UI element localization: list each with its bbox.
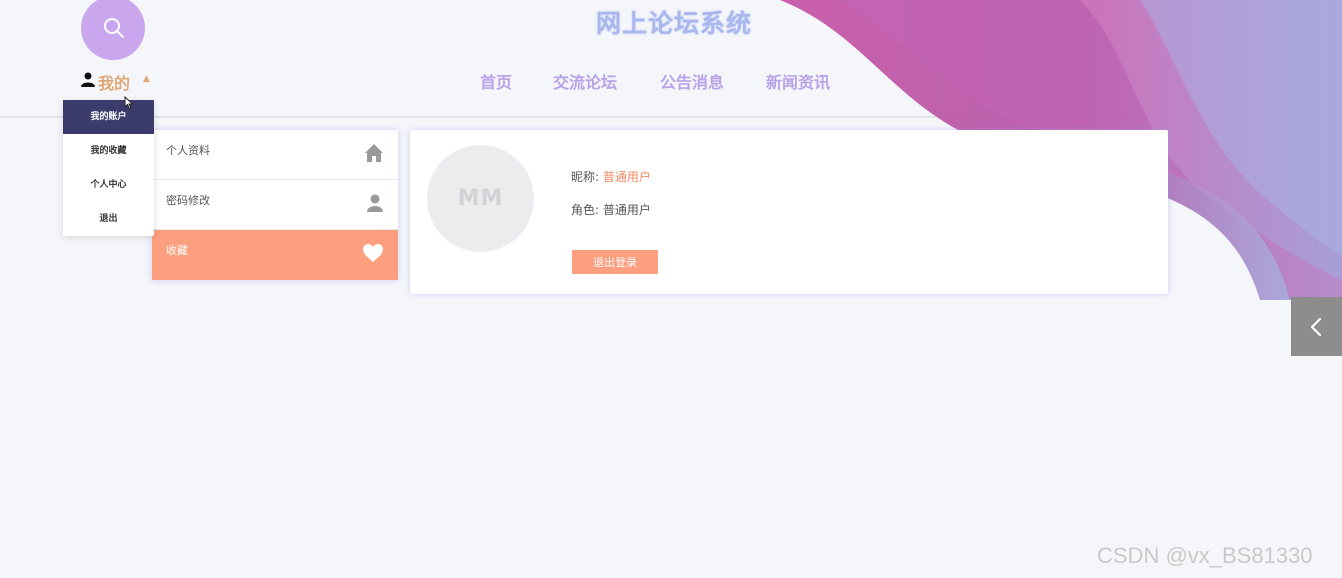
- dropdown-item-logout[interactable]: 退出: [63, 202, 154, 236]
- caret-down-icon: ▲: [143, 74, 150, 84]
- logout-button[interactable]: 退出登录: [572, 250, 658, 274]
- site-title: 网上论坛系统: [596, 9, 753, 38]
- nav-announcements[interactable]: 公告消息: [660, 69, 724, 93]
- nickname-row: 昵称: 普通用户: [571, 168, 651, 185]
- nav-home[interactable]: 首页: [480, 69, 512, 93]
- role-row: 角色: 普通用户: [571, 201, 651, 218]
- home-icon: [365, 144, 383, 162]
- search-icon: [104, 18, 124, 38]
- heart-icon: [363, 244, 383, 262]
- avatar: MM: [427, 145, 534, 252]
- account-dropdown: 我的账户 我的收藏 个人中心 退出: [63, 100, 154, 236]
- role-value: 普通用户: [602, 203, 651, 217]
- user-icon: [81, 72, 95, 87]
- side-item-label: 个人资料: [166, 144, 210, 157]
- dropdown-item-my-favorites[interactable]: 我的收藏: [63, 134, 154, 168]
- dropdown-item-personal-center[interactable]: 个人中心: [63, 168, 154, 202]
- nav-news[interactable]: 新闻资讯: [766, 69, 830, 93]
- side-item-label: 收藏: [166, 244, 188, 257]
- user-icon: [367, 194, 383, 212]
- dropdown-item-my-account[interactable]: 我的账户: [63, 100, 154, 134]
- mouse-cursor-icon: [124, 96, 134, 110]
- side-item-label: 密码修改: [166, 194, 210, 207]
- collapse-panel-button[interactable]: [1291, 297, 1342, 356]
- user-side-menu: 个人资料 密码修改 收藏: [152, 130, 398, 280]
- nickname-value: 普通用户: [602, 170, 651, 184]
- side-item-change-password[interactable]: 密码修改: [152, 180, 398, 230]
- chevron-left-icon: [1310, 317, 1322, 337]
- nickname-label: 昵称:: [571, 170, 603, 184]
- side-item-favorites[interactable]: 收藏: [152, 230, 398, 280]
- profile-card: MM 昵称: 普通用户 角色: 普通用户 退出登录: [410, 130, 1168, 294]
- header-divider: [0, 116, 1342, 118]
- watermark: CSDN @vx_BS81330: [1097, 543, 1313, 568]
- mine-label: 我的: [98, 74, 131, 93]
- side-item-profile[interactable]: 个人资料: [152, 130, 398, 180]
- search-button[interactable]: [81, 0, 145, 60]
- nav-forum[interactable]: 交流论坛: [553, 69, 617, 93]
- role-label: 角色:: [571, 203, 603, 217]
